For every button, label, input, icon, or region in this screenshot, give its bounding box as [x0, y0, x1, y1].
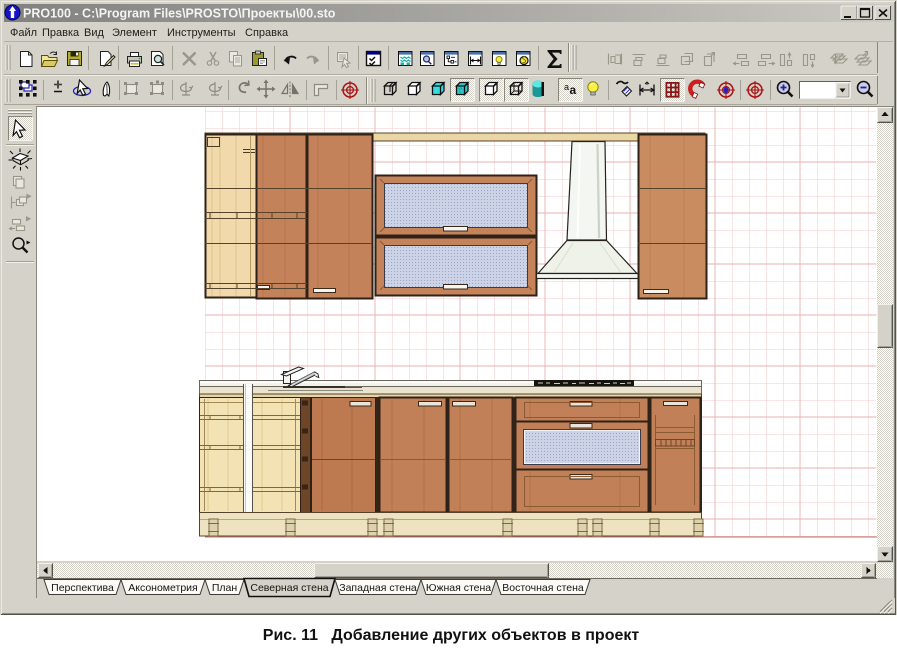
- svg-text:Правка: Правка: [42, 27, 80, 39]
- svg-text:Восточная стена: Восточная стена: [502, 582, 584, 594]
- svg-text:Аксонометрия: Аксонометрия: [128, 582, 197, 594]
- svg-text:Южная стена: Южная стена: [426, 582, 491, 594]
- svg-text:PRO100 - C:\Program Files\PROS: PRO100 - C:\Program Files\PROSTO\Проекты…: [23, 7, 336, 21]
- svg-text:a: a: [564, 82, 569, 92]
- svg-text:Северная стена: Северная стена: [250, 582, 328, 594]
- svg-text:Элемент: Элемент: [112, 27, 157, 39]
- svg-text:Западная стена: Западная стена: [339, 582, 417, 594]
- svg-text:Файл: Файл: [10, 27, 37, 39]
- svg-text:Рис. 11 Добавление других об: Рис. 11 Добавление других объектов в про…: [263, 627, 640, 644]
- svg-text:Перспектива: Перспектива: [51, 582, 114, 594]
- svg-text:Инструменты: Инструменты: [167, 27, 236, 39]
- svg-text:План: План: [212, 582, 238, 594]
- svg-text:a: a: [570, 83, 577, 97]
- svg-text:Справка: Справка: [245, 27, 289, 39]
- svg-text:Вид: Вид: [84, 27, 104, 39]
